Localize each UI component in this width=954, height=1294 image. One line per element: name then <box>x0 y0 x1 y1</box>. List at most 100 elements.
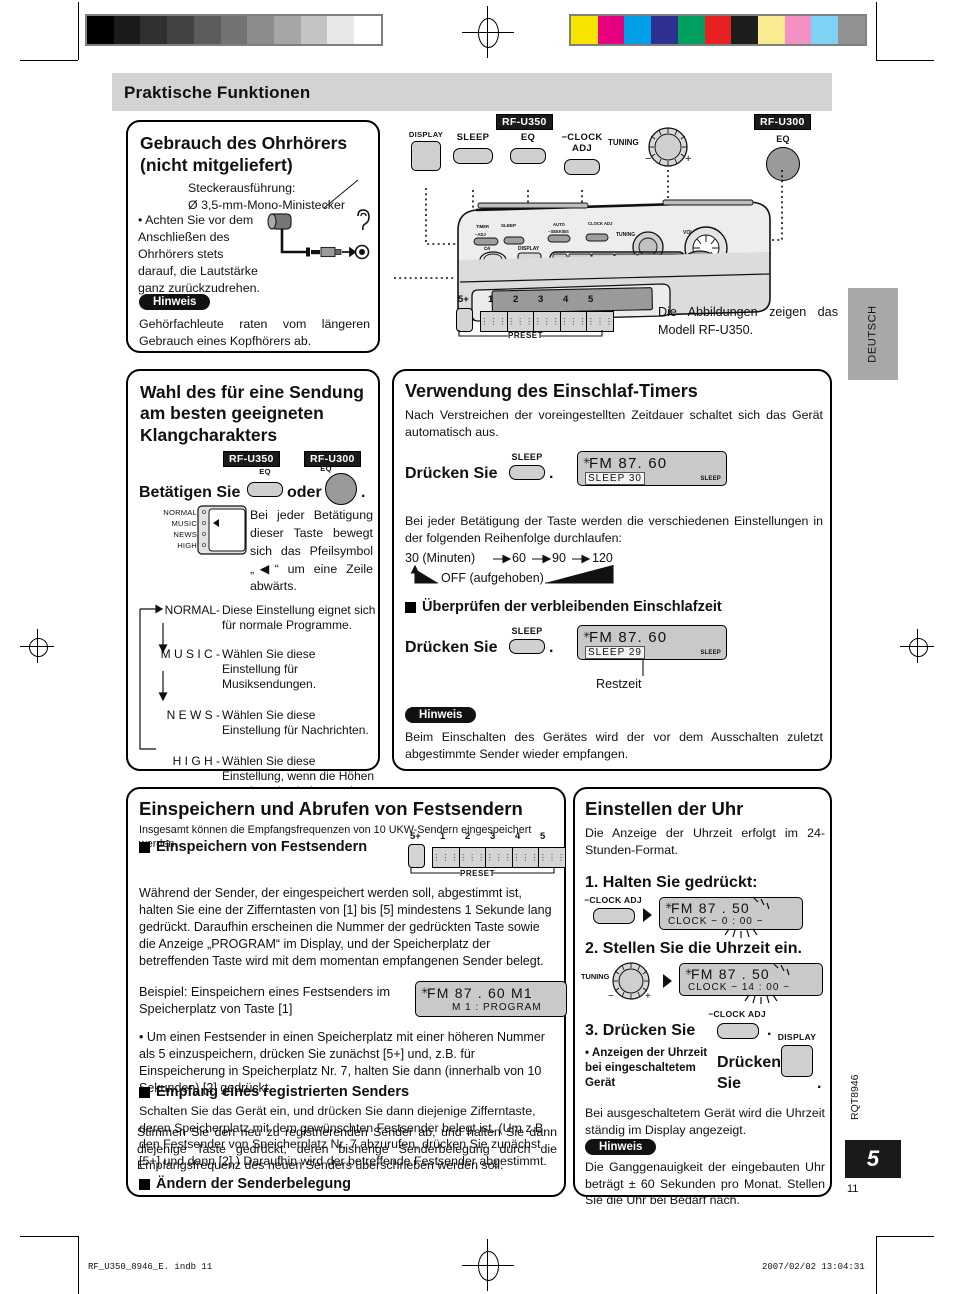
presets-heading-1-label: Einspeichern von Festsendern <box>156 839 368 855</box>
gray-swatch-5 <box>220 16 248 44</box>
presets-title: Einspeichern und Abrufen von Festsendern <box>139 798 523 819</box>
preset-key-dots: ⋮⋮⋮ <box>480 317 508 326</box>
svg-text:−SEEK/BS: −SEEK/BS <box>548 229 569 234</box>
presets-heading-3-label: Ändern der Senderbelegung <box>156 1176 351 1192</box>
clock-adj-button-3[interactable] <box>717 1023 759 1039</box>
sleep-step2-suffix: . <box>549 639 554 656</box>
preset-bracket-label: PRESET <box>508 331 544 340</box>
sleep-display-1-frequency: FM 87. 60 <box>589 455 668 472</box>
sleep-display-1-corner-indicator: SLEEP <box>700 476 721 482</box>
eq-mode-name-normal: NORMAL- <box>164 603 220 617</box>
earphone-note-pill-label: Hinweis <box>139 294 211 310</box>
sleep-display-2-sub: SLEEP 29 <box>585 646 645 659</box>
gray-swatch-6 <box>247 16 275 44</box>
eq-mode-label-news: NEWS <box>173 530 197 539</box>
preset-number-2: 2 <box>513 294 519 305</box>
sleep-timer-intro: Nach Verstreichen der voreingestellten Z… <box>405 408 823 439</box>
sleep-display-2-corner-indicator: SLEEP <box>700 650 721 656</box>
sound-character-title: Wahl des für eine Sendung am besten geei… <box>140 382 364 445</box>
sleep-button-label-1: SLEEP <box>511 452 543 462</box>
sound-press-suffix: . <box>361 484 366 501</box>
clock-adj-button-1[interactable] <box>593 908 635 924</box>
clock-title: Einstellen der Uhr <box>585 798 744 819</box>
presets-body-1: Während der Sender, der eingespeichert w… <box>139 886 552 968</box>
earphone-title-line1: Gebrauch des Ohrhörers <box>140 133 348 153</box>
clock-adj-button-label-1: −CLOCK ADJ <box>584 895 642 905</box>
bullet-square-icon <box>139 842 150 853</box>
footer-left-text: RF_U350_8946_E. indb 11 <box>88 1262 213 1272</box>
sleep-button-2[interactable] <box>509 639 545 654</box>
preset-key-dots: ⋮⋮⋮ <box>533 317 561 326</box>
clock-flashing-indicator-1 <box>724 896 770 938</box>
clock-bullet-title: • Anzeigen der Uhrzeit bei eingeschaltet… <box>585 1046 708 1090</box>
svg-text:−ADJ: −ADJ <box>475 232 486 237</box>
eq-mode-indicator-graphic: NORMAL MUSIC NEWS HIGH <box>135 505 247 559</box>
preset-key-dots: ⋮⋮⋮ <box>459 853 487 862</box>
clock-step3-suffix: . <box>767 1022 772 1039</box>
presets-heading-3: Ändern der Senderbelegung <box>139 1176 559 1192</box>
presets-number-1: 1 <box>440 831 446 842</box>
bullet-square-icon <box>139 1179 150 1190</box>
sleep-button-label-2: SLEEP <box>511 626 543 636</box>
eq-mode-name-news: N E W S - <box>166 707 220 722</box>
sleep-step2-label: Drücken Sie <box>405 639 498 656</box>
page-title: Praktische Funktionen <box>124 83 311 102</box>
grayscale-calibration-strip <box>85 14 383 46</box>
sleep-remaining-label: Restzeit <box>596 677 642 691</box>
presets-number-2: 2 <box>465 831 471 842</box>
color-swatch-1 <box>597 16 625 44</box>
svg-text:⏻/I: ⏻/I <box>484 246 490 251</box>
eq-mode-desc-news: Wählen Sie diese Einstellung für Nachric… <box>222 707 369 738</box>
svg-text:−: − <box>608 991 614 1002</box>
sleep-button-1[interactable] <box>509 465 545 480</box>
eq-label-over-round-knob: EQ <box>320 464 332 473</box>
svg-text:TUNING: TUNING <box>616 232 635 238</box>
sound-badge-rf-u350-label: RF-U350 <box>223 451 280 467</box>
sleep-step1-suffix: . <box>549 465 554 482</box>
preset-key-dots: ⋮⋮⋮ <box>586 317 614 326</box>
chapter-number-box: 5 <box>845 1140 901 1178</box>
clock-bullet-action-line2: Sie <box>717 1075 742 1092</box>
color-swatch-6 <box>731 16 759 44</box>
presets-number-3: 3 <box>490 831 496 842</box>
preset-key-dots: ⋮⋮⋮ <box>485 853 513 862</box>
color-calibration-strip <box>569 14 867 46</box>
presets-number-5plus: 5+ <box>410 831 421 842</box>
preset-number-3: 3 <box>538 294 544 305</box>
clock-tuning-knob[interactable]: − + <box>607 959 655 1005</box>
sleep-note-text: Beim Einschalten des Gerätes wird der vo… <box>405 730 823 761</box>
eq-round-knob-inline[interactable] <box>325 473 357 505</box>
earphone-title-line2: (nicht mitgeliefert) <box>140 155 293 175</box>
svg-text:DISPLAY: DISPLAY <box>518 246 540 252</box>
preset-number-5plus: 5+ <box>458 294 469 305</box>
gray-swatch-4 <box>193 16 221 44</box>
sleep-step1-label: Drücken Sie <box>405 465 498 482</box>
sleep-display-1: ✳ FM 87. 60 SLEEP 30 SLEEP <box>577 451 727 486</box>
preset-key-dots: ⋮⋮⋮ <box>432 853 460 862</box>
sleep-display-1-sub: SLEEP 30 <box>585 472 645 485</box>
presets-display-sub: M 1 : PROGRAM <box>452 1002 542 1013</box>
clock-bullet-row: • Anzeigen der Uhrzeit bei eingeschaltet… <box>585 1032 830 1101</box>
svg-text:AUTO: AUTO <box>553 222 566 227</box>
color-swatch-7 <box>758 16 785 44</box>
sleep-display-2: ✳ FM 87. 60 SLEEP 29 SLEEP <box>577 625 727 660</box>
earphone-plug-illustration <box>266 179 376 266</box>
clock-note-pill-label: Hinweis <box>585 1139 657 1155</box>
presets-heading-2-label: Empfang eines registrierten Senders <box>156 1084 410 1100</box>
sleep-display-2-frequency: FM 87. 60 <box>589 629 668 646</box>
sleep-check-heading-label: Überprüfen der verbleibenden Einschlafze… <box>422 599 722 615</box>
chapter-number-label: 5 <box>866 1146 880 1171</box>
device-diagram: DISPLAY SLEEP EQ −CLOCK ADJ RF-U350 RF-U… <box>394 112 838 360</box>
gray-swatch-1 <box>113 16 141 44</box>
clock-note-text: Die Ganggenauigkeit der eingebauten Uhr … <box>585 1160 825 1207</box>
color-swatch-2 <box>624 16 652 44</box>
sleep-note-pill-label: Hinweis <box>405 707 477 723</box>
display-button-clock[interactable] <box>781 1045 813 1077</box>
gray-swatch-10 <box>354 16 381 44</box>
preset-key-dots: ⋮⋮⋮ <box>507 317 535 326</box>
preset-key-dots: ⋮⋮⋮ <box>538 853 566 862</box>
gray-swatch-0 <box>87 16 114 44</box>
footer-right-text: 2007/02/02 13:04:31 <box>762 1262 865 1272</box>
sound-press-middle: oder <box>287 484 322 501</box>
eq-pill-button[interactable] <box>247 482 283 497</box>
